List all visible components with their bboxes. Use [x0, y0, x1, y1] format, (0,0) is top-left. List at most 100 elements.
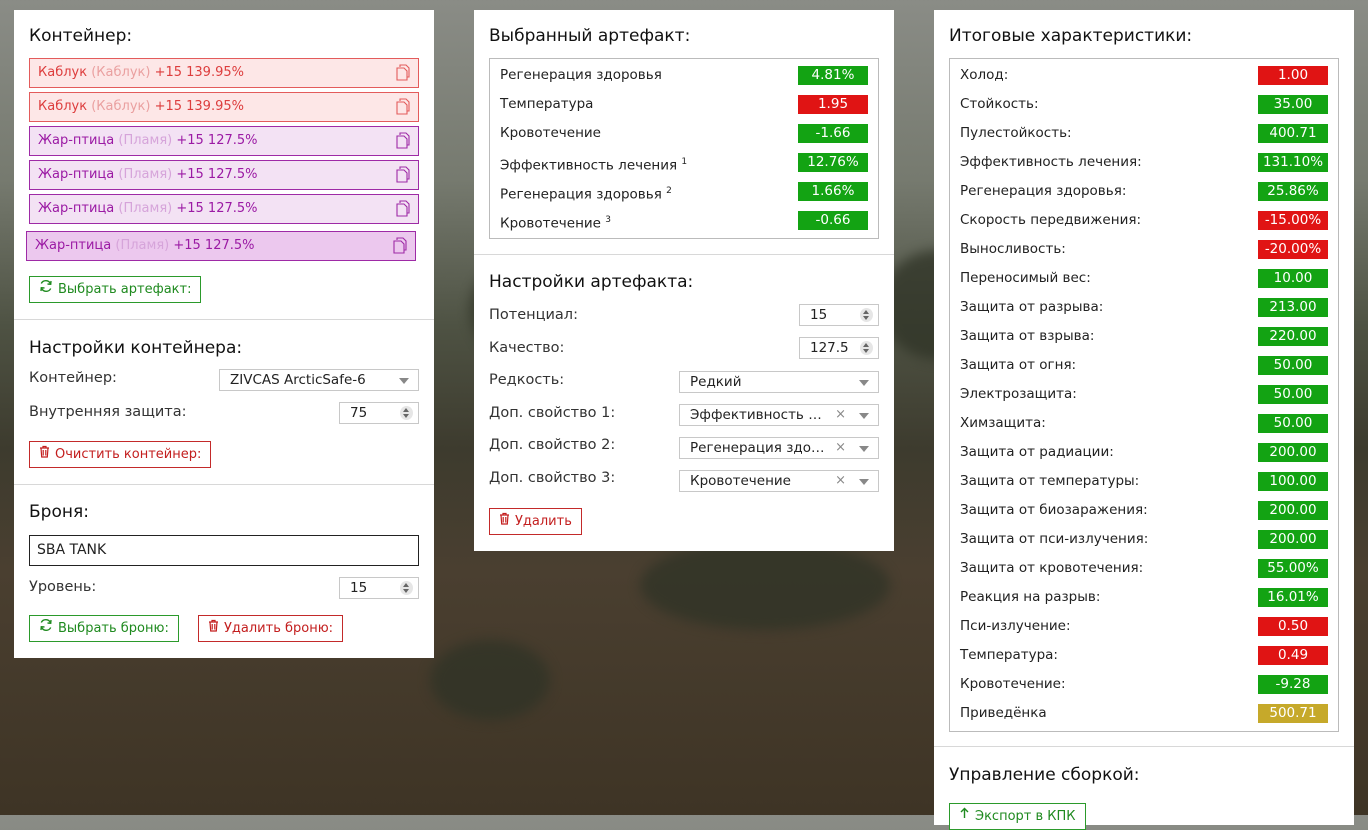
total-stat-row: Стойкость: 35.00	[960, 90, 1328, 119]
select-artifact-button[interactable]: Выбрать артефакт:	[29, 276, 202, 303]
armor-title: Броня:	[29, 502, 89, 522]
stat-value: 1.00	[1258, 66, 1328, 85]
total-stat-row: Переносимый вес: 10.00	[960, 264, 1328, 293]
delete-armor-button[interactable]: Удалить броню:	[198, 615, 344, 642]
stat-label: Химзащита:	[960, 415, 1046, 431]
stat-label: Электрозащита:	[960, 386, 1077, 402]
stat-value: 35.00	[1258, 95, 1328, 114]
stepper-icon[interactable]	[860, 308, 873, 322]
artifact-stat-row: Регенерация здоровья 4.81%	[500, 61, 868, 90]
copy-icon[interactable]	[396, 64, 410, 81]
stat-label: Регенерация здоровья	[500, 186, 662, 203]
delete-artifact-button[interactable]: Удалить	[489, 508, 582, 535]
stat-label: Кровотечение:	[960, 676, 1066, 692]
total-stat-row: Защита от огня: 50.00	[960, 351, 1328, 380]
stat-label: Температура:	[960, 647, 1058, 663]
stat-value: 0.50	[1258, 617, 1328, 636]
background-tree	[640, 540, 890, 630]
extra3-value: Кровотечение	[690, 473, 791, 489]
rarity-label: Редкость:	[489, 372, 565, 388]
stat-label: Приведёнка	[960, 705, 1047, 721]
stat-label: Кровотечение	[500, 125, 601, 141]
inner-protection-label: Внутренняя защита:	[29, 404, 187, 420]
total-stat-row: Защита от взрыва: 220.00	[960, 322, 1328, 351]
clear-icon[interactable]: ×	[835, 471, 846, 491]
artifact-row[interactable]: Жар-птица (Пламя) +15 127.5%	[29, 160, 419, 190]
stepper-icon[interactable]	[400, 406, 413, 420]
clear-icon[interactable]: ×	[835, 438, 846, 458]
stat-value: -15.00%	[1258, 211, 1328, 230]
artifact-row[interactable]: Жар-птица (Пламя) +15 127.5%	[29, 194, 419, 224]
stat-label: Регенерация здоровья	[500, 67, 662, 83]
artifact-bonus: +15 127.5%	[173, 238, 255, 253]
trash-icon	[39, 442, 50, 467]
extra1-select[interactable]: Эффективность лечения ×	[679, 404, 879, 426]
rarity-select[interactable]: Редкий	[679, 371, 879, 393]
total-stat-row: Скорость передвижения: -15.00%	[960, 206, 1328, 235]
divider	[934, 746, 1354, 747]
artifact-stat-row: Кровотечение -1.66	[500, 119, 868, 148]
extra1-label: Доп. свойство 1:	[489, 405, 616, 421]
armor-name-input[interactable]: SBA TANK	[29, 535, 419, 566]
stat-value: -20.00%	[1258, 240, 1328, 259]
stat-label: Пси-излучение:	[960, 618, 1071, 634]
divider	[14, 319, 434, 320]
chevron-down-icon	[859, 479, 869, 485]
artifact-row[interactable]: Жар-птица (Пламя) +15 127.5%	[29, 126, 419, 156]
stat-value: 220.00	[1258, 327, 1328, 346]
artifact-row[interactable]: Каблук (Каблук) +15 139.95%	[29, 92, 419, 122]
stat-value: 400.71	[1258, 124, 1328, 143]
total-stat-row: Регенерация здоровья: 25.86%	[960, 177, 1328, 206]
artifact-name: Каблук	[38, 99, 88, 114]
extra3-select[interactable]: Кровотечение ×	[679, 470, 879, 492]
stat-value: 1.95	[798, 95, 868, 114]
inner-protection-input[interactable]: 75	[339, 402, 419, 424]
armor-level-label: Уровень:	[29, 579, 97, 595]
container-select-value: ZIVCAS ArcticSafe-6	[230, 372, 366, 388]
export-button[interactable]: Экспорт в КПК	[949, 803, 1086, 830]
quality-value: 127.5	[810, 340, 849, 356]
stat-value: 4.81%	[798, 66, 868, 85]
quality-label: Качество:	[489, 340, 565, 356]
total-stat-row: Защита от биозаражения: 200.00	[960, 496, 1328, 525]
total-stat-row: Защита от радиации: 200.00	[960, 438, 1328, 467]
artifact-name: Жар-птица	[38, 133, 115, 148]
select-armor-button[interactable]: Выбрать броню:	[29, 615, 179, 642]
stepper-icon[interactable]	[860, 341, 873, 355]
artifact-bonus: +15 127.5%	[176, 201, 258, 216]
total-stat-row: Приведёнка 500.71	[960, 699, 1328, 728]
trash-icon	[208, 616, 219, 641]
copy-icon[interactable]	[396, 98, 410, 115]
stat-value: 200.00	[1258, 501, 1328, 520]
total-stat-row: Защита от кровотечения: 55.00%	[960, 554, 1328, 583]
container-select[interactable]: ZIVCAS ArcticSafe-6	[219, 369, 419, 391]
refresh-icon	[39, 277, 53, 302]
copy-icon[interactable]	[396, 166, 410, 183]
copy-icon[interactable]	[393, 237, 407, 254]
potential-input[interactable]: 15	[799, 304, 879, 326]
upload-icon	[959, 804, 970, 829]
artifact-name: Жар-птица	[38, 201, 115, 216]
total-stat-row: Электрозащита: 50.00	[960, 380, 1328, 409]
armor-level-input[interactable]: 15	[339, 577, 419, 599]
artifact-row[interactable]: Каблук (Каблук) +15 139.95%	[29, 58, 419, 88]
total-stat-row: Холод: 1.00	[960, 61, 1328, 90]
container-label: Контейнер:	[29, 370, 117, 386]
artifact-row[interactable]: Жар-птица (Пламя) +15 127.5%	[26, 231, 416, 261]
selected-artifact-title: Выбранный артефакт:	[489, 26, 691, 46]
rarity-value: Редкий	[690, 374, 742, 390]
stat-label: Защита от температуры:	[960, 473, 1140, 489]
clear-container-button[interactable]: Очистить контейнер:	[29, 441, 212, 468]
quality-input[interactable]: 127.5	[799, 337, 879, 359]
container-panel: Контейнер: Каблук (Каблук) +15 139.95% Ка…	[14, 10, 434, 658]
clear-icon[interactable]: ×	[835, 405, 846, 425]
stat-label: Переносимый вес:	[960, 270, 1091, 286]
divider	[14, 484, 434, 485]
copy-icon[interactable]	[396, 200, 410, 217]
total-stat-row: Эффективность лечения: 131.10%	[960, 148, 1328, 177]
stepper-icon[interactable]	[400, 581, 413, 595]
total-stat-row: Защита от разрыва: 213.00	[960, 293, 1328, 322]
artifact-type: (Каблук)	[91, 65, 151, 80]
extra2-select[interactable]: Регенерация здоровья ×	[679, 437, 879, 459]
copy-icon[interactable]	[396, 132, 410, 149]
